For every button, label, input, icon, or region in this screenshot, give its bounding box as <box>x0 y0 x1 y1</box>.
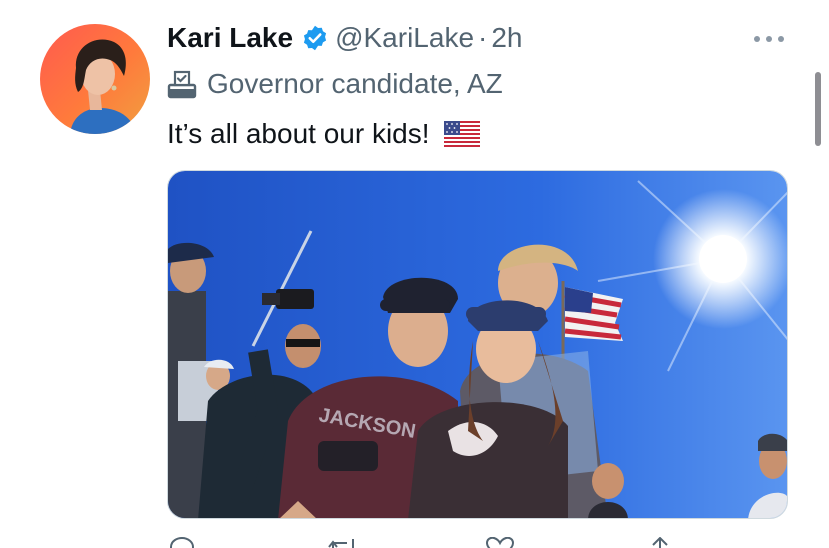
author-name[interactable]: Kari Lake <box>167 22 293 54</box>
verified-badge-icon <box>303 25 327 51</box>
scrollbar-thumb[interactable] <box>815 72 821 146</box>
tweet-photo[interactable]: JACKSON STORM <box>167 170 788 519</box>
share-button[interactable] <box>647 537 673 548</box>
tweet[interactable]: Kari Lake @KariLake · 2h Governor candid… <box>0 0 829 548</box>
reply-button[interactable] <box>167 537 197 548</box>
author-handle[interactable]: @KariLake <box>335 22 474 54</box>
photo-scene: JACKSON STORM <box>168 171 787 518</box>
tweet-actions <box>167 534 788 548</box>
reply-icon <box>169 537 195 548</box>
account-label[interactable]: Governor candidate, AZ <box>167 66 503 102</box>
us-flag-emoji <box>443 121 480 147</box>
ballot-box-icon <box>167 70 197 99</box>
tweet-body: It’s all about our kids! <box>167 116 480 152</box>
label-text: Governor candidate, AZ <box>207 68 503 99</box>
more-options-icon[interactable] <box>752 24 786 54</box>
share-icon <box>652 537 668 548</box>
like-button[interactable] <box>485 537 515 548</box>
separator-dot: · <box>478 22 488 53</box>
tweet-text: It’s all about our kids! <box>167 118 430 149</box>
retweet-button[interactable] <box>327 538 359 548</box>
timestamp[interactable]: 2h <box>491 22 522 54</box>
tweet-header: Kari Lake @KariLake · 2h <box>167 20 523 56</box>
author-avatar[interactable] <box>40 24 150 134</box>
heart-icon <box>485 537 515 548</box>
retweet-icon <box>328 539 354 548</box>
